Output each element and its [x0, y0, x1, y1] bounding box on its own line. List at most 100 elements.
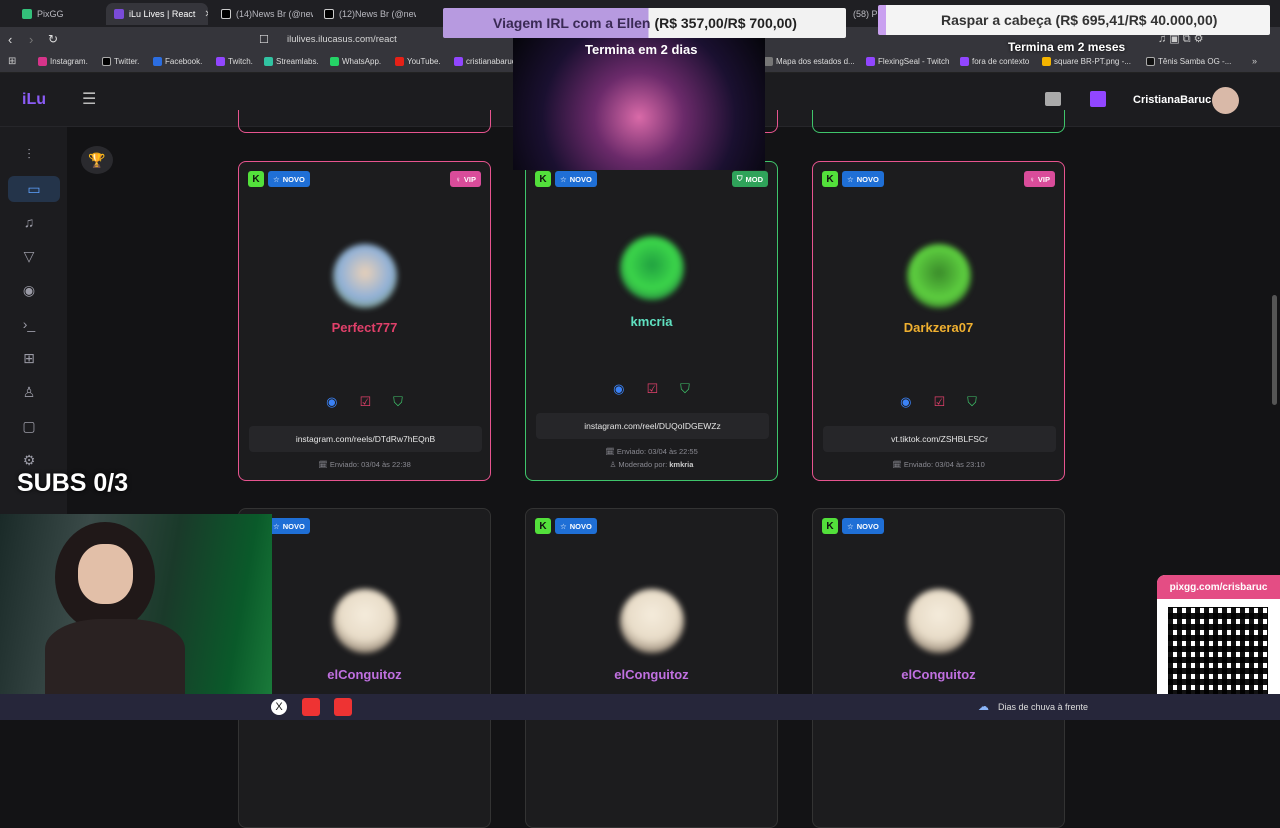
bookmark-instagram[interactable]: Instagram.: [38, 57, 88, 66]
app-icon[interactable]: [302, 698, 320, 716]
check-square-icon[interactable]: ☑: [933, 394, 945, 410]
request-card[interactable]: K ☆ NOVO ♀ VIP Perfect777 ◉ ☑ ⛉ instagra…: [238, 161, 491, 481]
app-icon[interactable]: [334, 698, 352, 716]
username: kmcria: [630, 314, 673, 329]
new-badge: ☆ NOVO: [555, 518, 597, 534]
ilu-favicon-icon: [114, 9, 124, 19]
kick-icon: K: [535, 171, 551, 187]
back-icon[interactable]: ‹: [8, 32, 12, 47]
bookmark-whatsapp[interactable]: WhatsApp.: [330, 57, 381, 66]
card-partial: [238, 110, 491, 133]
bookmark-tenis-samba[interactable]: Tênis Samba OG -...: [1146, 57, 1231, 66]
stats-icon[interactable]: ⫶: [18, 143, 40, 165]
request-card[interactable]: K ☆ NOVO elConguitoz: [812, 508, 1065, 828]
eye-icon[interactable]: ◉: [326, 394, 337, 410]
music-icon[interactable]: ♫: [18, 211, 40, 233]
xbox-icon[interactable]: X: [271, 699, 287, 715]
adidas-icon: [1146, 57, 1155, 66]
eye-icon[interactable]: ◉: [613, 381, 624, 397]
pix-url: pixgg.com/crisbaruc: [1157, 575, 1280, 599]
whatsapp-icon: [330, 57, 339, 66]
settings-icon[interactable]: ⚙: [18, 449, 40, 471]
eye-icon[interactable]: ◉: [900, 394, 911, 410]
goal-bar-trip: Viagem IRL com a Ellen (R$ 357,00/R$ 700…: [443, 8, 846, 38]
tab-pixgg[interactable]: PixGG: [14, 3, 104, 25]
apps-grid-icon[interactable]: ⊞: [8, 56, 16, 67]
twitch-icon: [454, 57, 463, 66]
new-badge: ☆ NOVO: [268, 171, 310, 187]
close-tab-icon[interactable]: ✕: [204, 9, 208, 20]
bookmark-facebook[interactable]: Facebook.: [153, 57, 202, 66]
gift-icon[interactable]: ⊞: [18, 347, 40, 369]
link-box[interactable]: instagram.com/reels/DTdRw7hEQnB: [249, 426, 482, 452]
tab-pi[interactable]: (58) Pi: [845, 3, 881, 25]
bookmark-streamlabs[interactable]: Streamlabs.: [264, 57, 319, 66]
twitter-icon: [102, 57, 111, 66]
avatar: [620, 589, 684, 653]
trophy-icon[interactable]: 🏆: [81, 146, 113, 174]
link-box[interactable]: vt.tiktok.com/ZSHBLFSCr: [823, 426, 1056, 452]
drive-icon: [1042, 57, 1051, 66]
monitor-icon[interactable]: ▭: [8, 176, 60, 202]
filter-icon[interactable]: ▽: [18, 245, 40, 267]
camera-icon[interactable]: ◉: [18, 279, 40, 301]
package-icon[interactable]: [1045, 92, 1061, 106]
tab-news-br-2[interactable]: (12)News Br (@new: [316, 3, 416, 25]
tiktok-icon: [324, 9, 334, 19]
weather-icon: ☁: [978, 701, 989, 713]
kick-icon: K: [822, 171, 838, 187]
terminal-icon[interactable]: ›_: [18, 313, 40, 335]
more-bookmarks-icon[interactable]: »: [1252, 56, 1257, 66]
bookmark-mapa[interactable]: Mapa dos estados d...: [764, 57, 855, 66]
bookmark-icon[interactable]: ☐: [259, 33, 269, 46]
tab-ilu-lives[interactable]: iLu Lives | React✕: [106, 3, 208, 25]
bookmark-fora-de-contexto[interactable]: fora de contexto: [960, 57, 1029, 66]
vip-badge: ♀ VIP: [1024, 171, 1055, 187]
bookmark-twitter[interactable]: Twitter.: [102, 57, 139, 66]
avatar[interactable]: [1212, 87, 1239, 114]
facebook-icon: [153, 57, 162, 66]
request-card[interactable]: K ☆ NOVO elConguitoz: [238, 508, 491, 828]
tiktok-icon: [221, 9, 231, 19]
subs-counter: SUBS 0/3: [17, 469, 129, 497]
bookmark-twitch[interactable]: Twitch.: [216, 57, 253, 66]
new-badge: ☆ NOVO: [268, 518, 310, 534]
mod-badge: ⛉ MOD: [731, 171, 768, 187]
goal-ends-text: Termina em 2 meses: [1008, 40, 1126, 54]
new-badge: ☆ NOVO: [842, 518, 884, 534]
reload-icon[interactable]: ↻: [48, 32, 58, 46]
kick-icon: K: [535, 518, 551, 534]
bookmark-cristianabaruc[interactable]: cristianabaruc: [454, 57, 516, 66]
app-logo[interactable]: iLu: [22, 91, 46, 109]
bookmark-flexingseal[interactable]: FlexingSeal - Twitch: [866, 57, 949, 66]
request-card[interactable]: K ☆ NOVO ⛉ MOD kmcria ◉ ☑ ⛉ instagram.co…: [525, 161, 778, 481]
username[interactable]: CristianaBaruc: [1133, 94, 1211, 106]
weather-text[interactable]: Dias de chuva à frente: [998, 702, 1088, 712]
shield-icon[interactable]: ⛉: [393, 394, 403, 410]
shield-icon[interactable]: ⛉: [967, 394, 977, 410]
tab-news-br-1[interactable]: (14)News Br (@new: [213, 3, 313, 25]
chat-icon[interactable]: ▢: [18, 415, 40, 437]
request-card[interactable]: K ☆ NOVO elConguitoz: [525, 508, 778, 828]
request-card[interactable]: K ☆ NOVO ♀ VIP Darkzera07 ◉ ☑ ⛉ vt.tikto…: [812, 161, 1065, 481]
bookmark-square[interactable]: square BR-PT.png -...: [1042, 57, 1131, 66]
twitch-icon[interactable]: [1090, 91, 1106, 107]
url-text[interactable]: ilulives.ilucasus.com/react: [287, 34, 397, 45]
menu-icon[interactable]: ☰: [82, 89, 96, 109]
card-actions: ◉ ☑ ⛉: [526, 381, 777, 397]
check-square-icon[interactable]: ☑: [359, 394, 371, 410]
moderated-by: ♙ Moderado por: kmkria: [609, 460, 694, 469]
award-icon[interactable]: ♙: [18, 381, 40, 403]
avatar: [907, 244, 971, 308]
link-box[interactable]: instagram.com/reel/DUQoIDGEWZz: [536, 413, 769, 439]
forward-icon[interactable]: ›: [29, 32, 33, 47]
bookmark-youtube[interactable]: YouTube.: [395, 57, 441, 66]
avatar: [620, 236, 684, 300]
username: elConguitoz: [901, 667, 976, 682]
check-square-icon[interactable]: ☑: [646, 381, 658, 397]
scrollbar-thumb[interactable]: [1272, 295, 1277, 405]
kick-icon: K: [822, 518, 838, 534]
new-badge: ☆ NOVO: [555, 171, 597, 187]
shield-icon[interactable]: ⛉: [680, 381, 690, 397]
goal-bar-shave: Raspar a cabeça (R$ 695,41/R$ 40.000,00): [878, 5, 1270, 35]
